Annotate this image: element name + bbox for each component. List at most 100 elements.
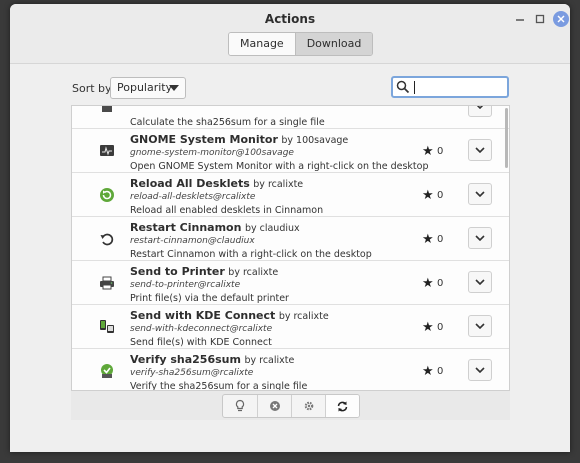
list-item[interactable]: Send with KDE Connect by rcalixte send-w… <box>72 305 509 349</box>
maximize-icon <box>535 14 545 24</box>
action-score: 0 <box>437 366 444 377</box>
action-name-line: GNOME System Monitor by 100savage <box>130 133 348 146</box>
star-icon: ★ <box>422 188 434 203</box>
list-scrollbar[interactable] <box>505 108 508 168</box>
tab-manage[interactable]: Manage <box>229 33 295 55</box>
search-input[interactable] <box>391 76 509 98</box>
action-description: Send file(s) with KDE Connect <box>130 337 272 348</box>
view-switcher: Manage Download <box>228 32 374 56</box>
expand-button[interactable] <box>468 227 492 249</box>
chevron-down-icon <box>475 147 485 153</box>
action-title: Send with KDE Connect <box>130 309 276 322</box>
actions-list-content: Calculate the sha256sum for a single fil… <box>72 106 509 393</box>
system-monitor-icon <box>99 143 115 159</box>
dropdown-caret-icon <box>169 85 179 91</box>
action-uuid: send-to-printer@rcalixte <box>130 280 241 290</box>
action-author: by rcalixte <box>278 311 329 322</box>
chevron-down-icon <box>475 279 485 285</box>
expand-button[interactable] <box>468 315 492 337</box>
action-description: Restart Cinnamon with a right-click on t… <box>130 249 372 260</box>
window-title: Actions <box>264 12 316 26</box>
title-bar: Actions Manage Download <box>10 4 570 64</box>
text-cursor <box>414 81 415 94</box>
actions-window: Actions Manage Download Sort by Populari… <box>10 4 570 452</box>
action-uuid: restart-cinnamon@claudiux <box>130 236 255 246</box>
action-uuid: gnome-system-monitor@100savage <box>130 148 294 158</box>
configure-icon <box>304 401 313 411</box>
action-title: Restart Cinnamon <box>130 221 242 234</box>
restart-icon <box>99 231 115 247</box>
sort-dropdown[interactable]: Popularity <box>110 77 186 99</box>
action-description: Reload all enabled desklets in Cinnamon <box>130 205 324 216</box>
refresh-button[interactable] <box>325 395 359 417</box>
chevron-down-icon <box>475 191 485 197</box>
list-item[interactable]: Reload All Desklets by rcalixte reload-a… <box>72 173 509 217</box>
star-icon: ★ <box>422 144 434 159</box>
expand-button[interactable] <box>468 359 492 381</box>
expand-button[interactable] <box>468 139 492 161</box>
list-item[interactable]: Calculate the sha256sum for a single fil… <box>72 106 509 129</box>
close-icon <box>557 15 565 23</box>
action-description: Open GNOME System Monitor with a right-c… <box>130 161 429 172</box>
action-uuid: send-with-kdeconnect@rcalixte <box>130 324 273 334</box>
action-score: 0 <box>437 190 444 201</box>
search-icon <box>396 80 410 94</box>
action-description: Calculate the sha256sum for a single fil… <box>130 117 325 128</box>
action-name-line: Verify sha256sum by rcalixte <box>130 353 294 366</box>
bottom-toolbar <box>71 390 510 420</box>
uninstall-button[interactable] <box>257 395 291 417</box>
action-name-line: Restart Cinnamon by claudiux <box>130 221 300 234</box>
action-title: Verify sha256sum <box>130 353 241 366</box>
info-icon <box>235 399 245 412</box>
chevron-down-icon <box>476 106 484 109</box>
refresh-icon <box>337 401 348 411</box>
action-title: Send to Printer <box>130 265 225 278</box>
action-score: 0 <box>437 234 444 245</box>
tab-download[interactable]: Download <box>294 33 373 55</box>
chevron-down-icon <box>475 367 485 373</box>
action-author: by rcalixte <box>253 179 304 190</box>
star-icon: ★ <box>422 364 434 379</box>
expand-button[interactable] <box>468 271 492 293</box>
close-button[interactable] <box>553 11 569 27</box>
minimize-button[interactable] <box>512 11 528 27</box>
expand-button[interactable] <box>468 183 492 205</box>
chevron-down-icon <box>475 323 485 329</box>
verify-checksum-icon <box>99 363 115 379</box>
action-title: GNOME System Monitor <box>130 133 278 146</box>
actions-list: Calculate the sha256sum for a single fil… <box>71 105 510 420</box>
reload-desklets-icon <box>99 187 115 203</box>
action-description: Print file(s) via the default printer <box>130 293 289 304</box>
maximize-button[interactable] <box>532 11 548 27</box>
action-author: by rcalixte <box>228 267 279 278</box>
action-score: 0 <box>437 146 444 157</box>
action-author: by 100savage <box>281 135 349 146</box>
configure-button[interactable] <box>291 395 325 417</box>
action-author: by rcalixte <box>244 355 295 366</box>
action-score: 0 <box>437 278 444 289</box>
action-uuid: verify-sha256sum@rcalixte <box>130 368 254 378</box>
action-name-line: Send to Printer by rcalixte <box>130 265 278 278</box>
sort-label: Sort by <box>72 82 112 95</box>
list-item[interactable]: GNOME System Monitor by 100savage gnome-… <box>72 129 509 173</box>
chevron-down-icon <box>475 235 485 241</box>
action-name-line: Reload All Desklets by rcalixte <box>130 177 303 190</box>
action-score: 0 <box>437 322 444 333</box>
star-icon: ★ <box>422 232 434 247</box>
action-uuid: reload-all-desklets@rcalixte <box>130 192 256 202</box>
action-author: by claudiux <box>244 223 300 234</box>
list-item[interactable]: Verify sha256sum by rcalixte verify-sha2… <box>72 349 509 393</box>
printer-icon <box>99 275 115 291</box>
minimize-icon <box>516 19 524 21</box>
info-button[interactable] <box>223 395 257 417</box>
list-item[interactable]: Restart Cinnamon by claudiux restart-cin… <box>72 217 509 261</box>
kde-connect-icon <box>99 319 115 335</box>
action-title: Reload All Desklets <box>130 177 250 190</box>
action-name-line: Send with KDE Connect by rcalixte <box>130 309 329 322</box>
toolbar-button-group <box>222 394 360 418</box>
star-icon: ★ <box>422 320 434 335</box>
sort-value: Popularity <box>117 81 173 94</box>
list-item[interactable]: Send to Printer by rcalixte send-to-prin… <box>72 261 509 305</box>
expand-button[interactable] <box>468 106 492 117</box>
uninstall-icon <box>269 401 280 411</box>
